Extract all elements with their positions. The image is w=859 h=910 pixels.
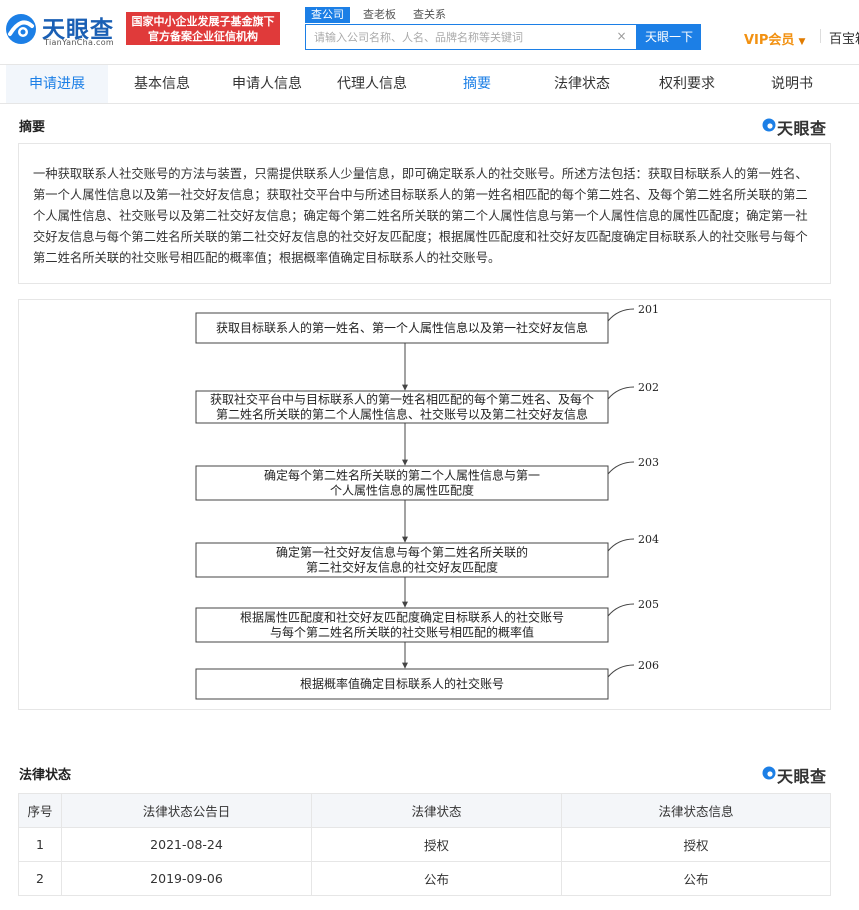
row-date: 2019-09-06 [61, 861, 312, 896]
tab-applicant-info[interactable]: 申请人信息 [216, 65, 318, 103]
flow-step-text: 根据概率值确定目标联系人的社交账号 [300, 676, 504, 691]
tab-description[interactable]: 说明书 [741, 65, 843, 103]
flow-step-number: 202 [638, 381, 659, 394]
promo-line-2: 官方备案企业征信机构 [148, 30, 258, 43]
toolbox-link[interactable]: 百宝箱 [829, 28, 859, 47]
vip-label: VIP会员 [744, 33, 795, 48]
flow-step-text: 第二社交好友信息的社交好友匹配度 [306, 560, 498, 575]
flow-step-number: 205 [638, 598, 659, 611]
tab-agent-info[interactable]: 代理人信息 [321, 65, 423, 103]
flow-step-text: 根据属性匹配度和社交好友匹配度确定目标联系人的社交账号 [240, 610, 564, 625]
brand-watermark: 天眼查 [762, 764, 832, 786]
flow-step-text: 个人属性信息的属性匹配度 [330, 483, 474, 498]
col-status: 法律状态 [311, 793, 562, 828]
flow-step-leader [607, 664, 635, 678]
row-index: 2 [18, 861, 62, 896]
table-row: 2 2019-09-06 公布 公布 [18, 861, 831, 896]
search-button[interactable]: 天眼一下 [637, 24, 701, 50]
brand-icon [762, 118, 776, 132]
abstract-box: 一种获取联系人社交账号的方法与装置，只需提供联系人少量信息，即可确定联系人的社交… [18, 143, 831, 284]
flow-step-leader [607, 538, 635, 552]
tab-legal-status[interactable]: 法律状态 [531, 65, 633, 103]
brand-text: 天眼查 [777, 119, 827, 138]
search-tab-company[interactable]: 查公司 [305, 7, 350, 23]
legal-status-table: 序号 法律状态公告日 法律状态 法律状态信息 1 2021-08-24 授权 授… [18, 793, 831, 896]
top-header: 天眼查 TianYanCha.com 国家中小企业发展子基金旗下 官方备案企业征… [0, 0, 859, 60]
flow-step-leader [607, 308, 635, 322]
tab-progress[interactable]: 申请进展 [6, 65, 108, 103]
promo-banner[interactable]: 国家中小企业发展子基金旗下 官方备案企业征信机构 [126, 12, 280, 45]
header-divider [820, 29, 821, 43]
abstract-title: 摘要 [19, 120, 46, 135]
logo-icon [6, 14, 36, 44]
col-status-info: 法律状态信息 [561, 793, 831, 828]
search-tab-relation[interactable]: 查关系 [413, 7, 446, 23]
row-status: 公布 [311, 861, 562, 896]
search-tab-boss[interactable]: 查老板 [363, 7, 396, 23]
brand-icon [762, 766, 776, 780]
row-status-info: 公布 [561, 861, 831, 896]
flow-step-leader [607, 461, 635, 475]
row-status: 授权 [311, 827, 562, 862]
flow-step-leader [607, 603, 635, 617]
col-date: 法律状态公告日 [61, 793, 312, 828]
flow-step-leader [607, 386, 635, 400]
tab-claims[interactable]: 权利要求 [636, 65, 738, 103]
row-date: 2021-08-24 [61, 827, 312, 862]
flow-step-number: 204 [638, 533, 659, 546]
flow-step-text: 获取目标联系人的第一姓名、第一个人属性信息以及第一社交好友信息 [216, 320, 588, 335]
table-row: 1 2021-08-24 授权 授权 [18, 827, 831, 862]
flowchart: 获取目标联系人的第一姓名、第一个人属性信息以及第一社交好友信息 201 获取社交平台… [195, 303, 659, 700]
flow-step-text: 确定每个第二姓名所关联的第二个人属性信息与第一 [264, 468, 540, 483]
flow-step-number: 206 [638, 659, 659, 672]
flow-step-text: 第二姓名所关联的第二个人属性信息、社交账号以及第二社交好友信息 [216, 407, 588, 422]
legal-title: 法律状态 [19, 768, 72, 783]
promo-line-1: 国家中小企业发展子基金旗下 [131, 15, 275, 28]
flow-step-text: 与每个第二姓名所关联的社交账号相匹配的概率值 [270, 625, 534, 640]
flow-step-text: 确定第一社交好友信息与每个第二姓名所关联的 [276, 545, 528, 560]
vip-menu[interactable]: VIP会员 ▼ [744, 29, 805, 48]
search-box: × [305, 24, 637, 50]
logo-url: TianYanCha.com [44, 38, 114, 47]
flow-step-number: 201 [638, 303, 659, 316]
search-input[interactable] [306, 25, 606, 49]
table-header-row: 序号 法律状态公告日 法律状态 法律状态信息 [18, 793, 831, 828]
tab-basic-info[interactable]: 基本信息 [111, 65, 213, 103]
tab-abstract[interactable]: 摘要 [426, 65, 528, 103]
clear-icon[interactable]: × [615, 30, 628, 43]
brand-watermark: 天眼查 [762, 116, 832, 138]
caret-down-icon: ▼ [798, 37, 806, 47]
patent-tabs: 申请进展 基本信息 申请人信息 代理人信息 摘要 法律状态 权利要求 说明书 [0, 64, 859, 104]
row-status-info: 授权 [561, 827, 831, 862]
flow-step-text: 获取社交平台中与目标联系人的第一姓名相匹配的每个第二姓名、及每个 [210, 392, 594, 407]
row-index: 1 [18, 827, 62, 862]
flow-step-number: 203 [638, 456, 659, 469]
abstract-text: 一种获取联系人社交账号的方法与装置，只需提供联系人少量信息，即可确定联系人的社交… [33, 167, 808, 265]
tianyancha-logo[interactable]: 天眼查 TianYanCha.com [4, 10, 118, 50]
col-index: 序号 [18, 793, 62, 828]
abstract-figure: 获取目标联系人的第一姓名、第一个人属性信息以及第一社交好友信息 201 获取社交平台… [18, 299, 831, 710]
brand-text: 天眼查 [777, 767, 827, 786]
